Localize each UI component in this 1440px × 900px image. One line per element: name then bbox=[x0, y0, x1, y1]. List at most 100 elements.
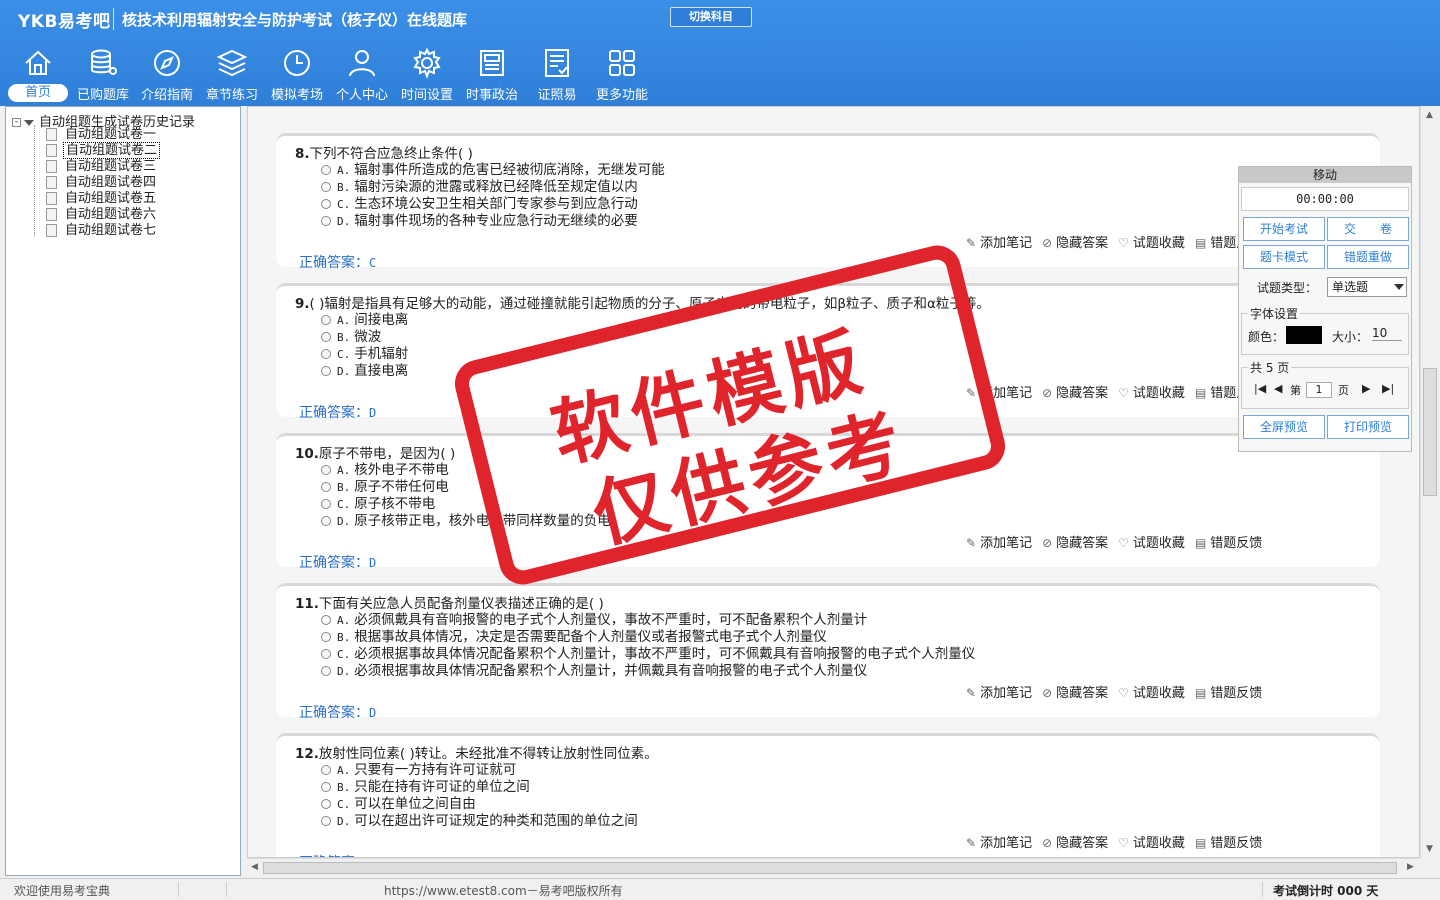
switch-subject-button[interactable]: 切换科目 bbox=[670, 7, 752, 27]
nav-certificates[interactable]: 证照易 bbox=[524, 46, 590, 104]
tree-item[interactable]: 自动组题试卷一 bbox=[46, 127, 158, 143]
color-swatch[interactable] bbox=[1286, 326, 1322, 344]
radio-button[interactable] bbox=[321, 632, 331, 642]
option-key: D. bbox=[337, 815, 351, 828]
radio-button[interactable] bbox=[321, 666, 331, 676]
start-exam-button[interactable]: 开始考试 bbox=[1243, 217, 1325, 241]
redo-wrong-button[interactable]: 错题重做 bbox=[1327, 245, 1409, 269]
radio-button[interactable] bbox=[321, 782, 331, 792]
radio-button[interactable] bbox=[321, 465, 331, 475]
favorite-button[interactable]: ♡ 试题收藏 bbox=[1118, 536, 1185, 551]
radio-button[interactable] bbox=[321, 499, 331, 509]
scroll-thumb[interactable] bbox=[1423, 368, 1437, 496]
first-page-icon[interactable]: |◀ bbox=[1254, 382, 1266, 395]
radio-button[interactable] bbox=[321, 366, 331, 376]
horizontal-scrollbar[interactable]: ◀ ▶ bbox=[247, 858, 1420, 876]
question-toolbar: ✎ 添加笔记 ⊘ 隐藏答案 ♡ 试题收藏 ▤ 错题反馈 bbox=[966, 232, 1272, 251]
scroll-thumb[interactable] bbox=[263, 862, 1397, 874]
nav-label: 已购题库 bbox=[76, 88, 129, 103]
scroll-up-icon[interactable]: ▲ bbox=[1426, 110, 1433, 120]
question-type-label: 试题类型： bbox=[1257, 281, 1318, 295]
tree-item[interactable]: 自动组题试卷四 bbox=[46, 175, 158, 191]
radio-button[interactable] bbox=[321, 349, 331, 359]
collapse-toggle[interactable]: - bbox=[12, 118, 21, 127]
answer-option[interactable]: D. 必须根据事故具体情况配备累积个人剂量计，并佩戴具有音响报警的电子式个人剂量仪 bbox=[321, 659, 867, 679]
prev-page-icon[interactable]: ◀ bbox=[1274, 382, 1282, 395]
document-icon bbox=[46, 192, 57, 205]
document-icon bbox=[46, 160, 57, 173]
radio-button[interactable] bbox=[321, 649, 331, 659]
scroll-right-icon[interactable]: ▶ bbox=[1407, 862, 1414, 872]
favorite-button[interactable]: ♡ 试题收藏 bbox=[1118, 236, 1185, 251]
hide-answer-button[interactable]: ⊘ 隐藏答案 bbox=[1042, 836, 1108, 851]
nav-more[interactable]: 更多功能 bbox=[589, 46, 655, 104]
nav-guide[interactable]: 介绍指南 bbox=[134, 46, 200, 104]
panel-drag-handle[interactable]: 移动 bbox=[1239, 167, 1411, 183]
copyright-text: https://www.etest8.com－易考吧版权所有 bbox=[384, 884, 623, 898]
document-icon bbox=[46, 224, 57, 237]
next-page-icon[interactable]: ▶ bbox=[1362, 382, 1370, 395]
radio-button[interactable] bbox=[321, 199, 331, 209]
favorite-button[interactable]: ♡ 试题收藏 bbox=[1118, 686, 1185, 701]
radio-button[interactable] bbox=[321, 216, 331, 226]
radio-button[interactable] bbox=[321, 816, 331, 826]
fullscreen-preview-button[interactable]: 全屏预览 bbox=[1243, 415, 1325, 439]
radio-button[interactable] bbox=[321, 615, 331, 625]
document-icon bbox=[46, 128, 57, 141]
vertical-scrollbar[interactable]: ▲ ▼ bbox=[1420, 106, 1438, 858]
hide-answer-button[interactable]: ⊘ 隐藏答案 bbox=[1042, 686, 1108, 701]
add-note-button[interactable]: ✎ 添加笔记 bbox=[966, 536, 1032, 551]
add-note-button[interactable]: ✎ 添加笔记 bbox=[966, 836, 1032, 851]
tree-item[interactable]: 自动组题试卷六 bbox=[46, 207, 158, 223]
hide-answer-button[interactable]: ⊘ 隐藏答案 bbox=[1042, 386, 1108, 401]
hide-answer-button[interactable]: ⊘ 隐藏答案 bbox=[1042, 536, 1108, 551]
nav-label: 更多功能 bbox=[595, 88, 648, 103]
compass-icon bbox=[154, 50, 180, 76]
nav-purchased[interactable]: 已购题库 bbox=[70, 46, 136, 104]
question-type-select[interactable]: 单选题 bbox=[1327, 277, 1407, 297]
welcome-text: 欢迎使用易考宝典 bbox=[14, 884, 111, 898]
radio-button[interactable] bbox=[321, 482, 331, 492]
home-icon bbox=[25, 50, 51, 75]
tree-item[interactable]: 自动组题试卷七 bbox=[46, 223, 158, 239]
card-mode-button[interactable]: 题卡模式 bbox=[1243, 245, 1325, 269]
answer-option[interactable]: D. 直接电离 bbox=[321, 359, 408, 379]
nav-current-affairs[interactable]: 时事政治 bbox=[459, 46, 525, 104]
report-error-button[interactable]: ▤ 错题反馈 bbox=[1195, 686, 1262, 701]
favorite-button[interactable]: ♡ 试题收藏 bbox=[1118, 836, 1185, 851]
report-error-button[interactable]: ▤ 错题反馈 bbox=[1195, 536, 1262, 551]
scroll-down-icon[interactable]: ▼ bbox=[1426, 844, 1433, 854]
report-error-button[interactable]: ▤ 错题反馈 bbox=[1195, 836, 1262, 851]
nav-home[interactable]: 首页 bbox=[5, 46, 71, 104]
tree-item[interactable]: 自动组题试卷三 bbox=[46, 159, 158, 175]
scroll-left-icon[interactable]: ◀ bbox=[251, 862, 258, 872]
radio-button[interactable] bbox=[321, 332, 331, 342]
nav-time-settings[interactable]: 时间设置 bbox=[394, 46, 460, 104]
nav-mock-exam[interactable]: 模拟考场 bbox=[264, 46, 330, 104]
radio-button[interactable] bbox=[321, 315, 331, 325]
question-number: 11. bbox=[295, 596, 319, 612]
submit-button[interactable]: 交 卷 bbox=[1327, 217, 1409, 241]
answer-option[interactable]: D. 辐射事件现场的各种专业应急行动无继续的必要 bbox=[321, 209, 638, 229]
flag-icon: ▤ bbox=[1194, 386, 1207, 400]
add-note-button[interactable]: ✎ 添加笔记 bbox=[966, 686, 1032, 701]
add-note-button[interactable]: ✎ 添加笔记 bbox=[966, 236, 1032, 251]
tree-item-selected[interactable]: 自动组题试卷二 bbox=[46, 142, 161, 159]
last-page-icon[interactable]: ▶| bbox=[1382, 382, 1394, 395]
radio-button[interactable] bbox=[321, 799, 331, 809]
radio-button[interactable] bbox=[321, 165, 331, 175]
radio-button[interactable] bbox=[321, 182, 331, 192]
nav-profile[interactable]: 个人中心 bbox=[329, 46, 395, 104]
radio-button[interactable] bbox=[321, 516, 331, 526]
print-preview-button[interactable]: 打印预览 bbox=[1327, 415, 1409, 439]
answer-option[interactable]: D. 可以在超出许可证规定的种类和范围的单位之间 bbox=[321, 809, 638, 829]
nav-chapters[interactable]: 章节练习 bbox=[199, 46, 265, 104]
triangle-icon bbox=[24, 119, 34, 126]
tree-item[interactable]: 自动组题试卷五 bbox=[46, 191, 158, 207]
radio-button[interactable] bbox=[321, 765, 331, 775]
page-number-input[interactable]: 1 bbox=[1306, 382, 1332, 398]
layers-icon bbox=[216, 49, 248, 77]
font-size-field[interactable]: 10 bbox=[1372, 326, 1402, 341]
hide-answer-button[interactable]: ⊘ 隐藏答案 bbox=[1042, 236, 1108, 251]
favorite-button[interactable]: ♡ 试题收藏 bbox=[1118, 386, 1185, 401]
